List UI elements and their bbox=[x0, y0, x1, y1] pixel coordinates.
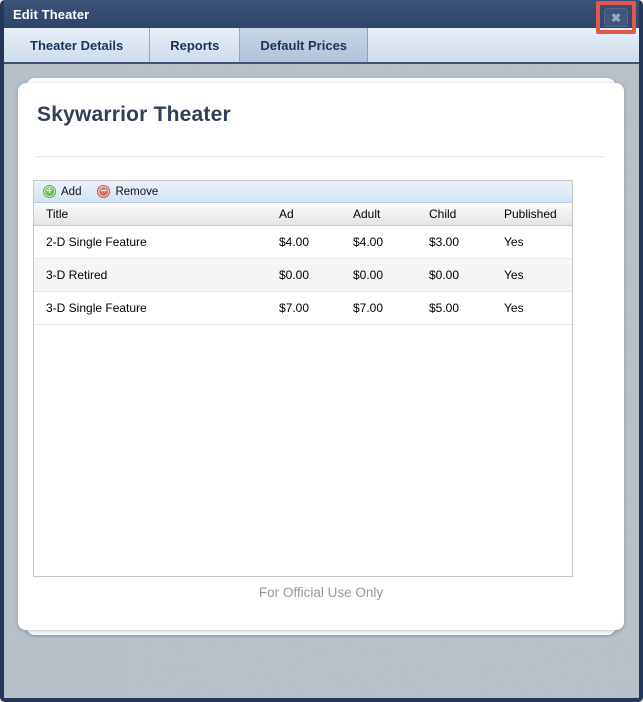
cell-ad: $0.00 bbox=[279, 268, 353, 282]
cell-adult: $0.00 bbox=[353, 268, 429, 282]
theater-name-heading: Skywarrior Theater bbox=[37, 103, 231, 127]
table-row[interactable]: 2-D Single Feature$4.00$4.00$3.00Yes bbox=[34, 226, 572, 259]
column-header-child: Child bbox=[429, 207, 504, 221]
table-empty-space bbox=[34, 325, 572, 576]
tab-reports[interactable]: Reports bbox=[150, 28, 240, 62]
cell-ad: $7.00 bbox=[279, 301, 353, 315]
cell-child: $0.00 bbox=[429, 268, 504, 282]
dialog-title: Edit Theater bbox=[13, 7, 89, 22]
cell-title: 3-D Retired bbox=[34, 268, 279, 282]
column-header-ad: Ad bbox=[279, 207, 353, 221]
remove-button[interactable]: − Remove bbox=[97, 185, 158, 198]
dialog-content-area: Skywarrior Theater + Add − Remove TitleA… bbox=[4, 64, 639, 698]
cell-adult: $4.00 bbox=[353, 235, 429, 249]
close-button[interactable]: ✖ bbox=[604, 8, 628, 27]
heading-divider bbox=[36, 156, 604, 157]
cell-adult: $7.00 bbox=[353, 301, 429, 315]
cell-published: Yes bbox=[504, 235, 572, 249]
add-icon: + bbox=[43, 185, 56, 198]
dialog-titlebar: Edit Theater ✖ bbox=[4, 0, 639, 28]
tab-default-prices[interactable]: Default Prices bbox=[240, 28, 368, 62]
column-header-published: Published bbox=[504, 207, 572, 221]
theater-panel: Skywarrior Theater + Add − Remove TitleA… bbox=[18, 83, 624, 630]
grid-toolbar: + Add − Remove bbox=[34, 181, 572, 203]
cell-title: 3-D Single Feature bbox=[34, 301, 279, 315]
default-prices-grid: + Add − Remove TitleAdAdultChildPublishe… bbox=[33, 180, 573, 577]
cell-child: $5.00 bbox=[429, 301, 504, 315]
cell-ad: $4.00 bbox=[279, 235, 353, 249]
add-button[interactable]: + Add bbox=[43, 185, 81, 198]
cell-child: $3.00 bbox=[429, 235, 504, 249]
cell-published: Yes bbox=[504, 268, 572, 282]
table-row[interactable]: 3-D Retired$0.00$0.00$0.00Yes bbox=[34, 259, 572, 292]
footer-note: For Official Use Only bbox=[18, 585, 624, 600]
table-header-row: TitleAdAdultChildPublished bbox=[34, 203, 572, 226]
column-header-adult: Adult bbox=[353, 207, 429, 221]
table-body: 2-D Single Feature$4.00$4.00$3.00Yes3-D … bbox=[34, 226, 572, 325]
cell-title: 2-D Single Feature bbox=[34, 235, 279, 249]
remove-icon: − bbox=[97, 185, 110, 198]
remove-button-label: Remove bbox=[115, 186, 158, 198]
close-button-highlight-box: ✖ bbox=[596, 1, 636, 34]
tab-strip: Theater DetailsReportsDefault Prices bbox=[4, 28, 639, 64]
add-button-label: Add bbox=[61, 186, 81, 198]
cell-published: Yes bbox=[504, 301, 572, 315]
edit-theater-dialog: Edit Theater ✖ Theater DetailsReportsDef… bbox=[0, 0, 643, 702]
tab-theater-details[interactable]: Theater Details bbox=[4, 28, 150, 62]
close-icon: ✖ bbox=[611, 12, 621, 24]
table-row[interactable]: 3-D Single Feature$7.00$7.00$5.00Yes bbox=[34, 292, 572, 325]
column-header-title: Title bbox=[34, 207, 279, 221]
